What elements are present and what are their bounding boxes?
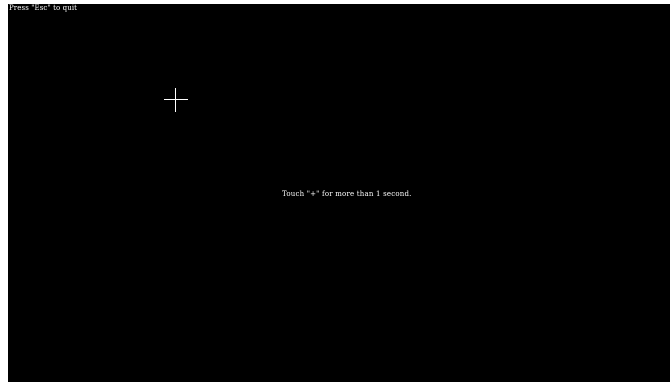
crosshair-horizontal-line: [164, 99, 188, 100]
calibration-instruction: Touch "+" for more than 1 second.: [282, 190, 412, 198]
crosshair-icon[interactable]: [164, 88, 188, 112]
quit-hint: Press "Esc" to quit: [9, 4, 78, 12]
crosshair-vertical-line: [175, 88, 176, 112]
calibration-screen[interactable]: Press "Esc" to quit Touch "+" for more t…: [8, 4, 670, 382]
